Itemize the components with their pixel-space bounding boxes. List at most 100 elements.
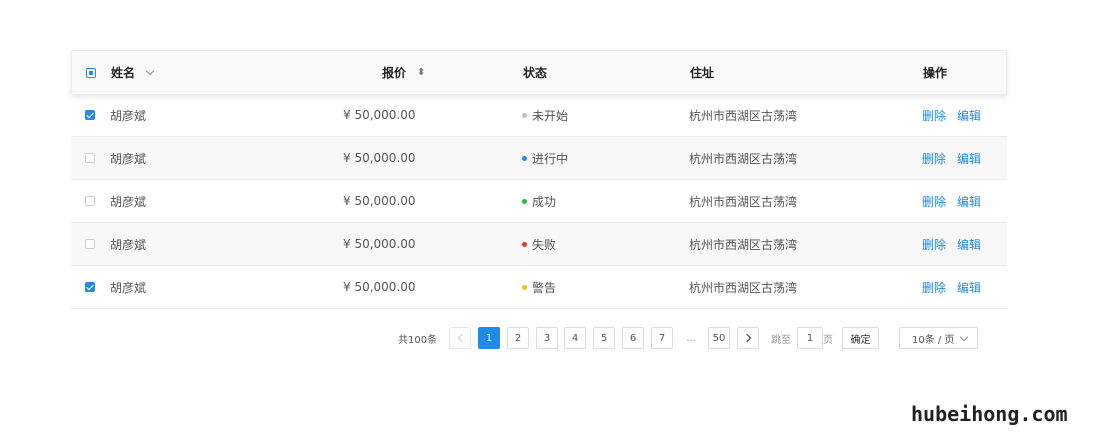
- edit-link[interactable]: 编辑: [957, 279, 981, 296]
- edit-link[interactable]: 编辑: [957, 150, 981, 167]
- select-all-checkbox[interactable]: [86, 67, 96, 78]
- page-button-2[interactable]: 2: [507, 327, 529, 349]
- row-status-label: 警告: [532, 280, 557, 295]
- header-price-label: 报价: [382, 66, 407, 80]
- page-button-6[interactable]: 6: [622, 327, 644, 349]
- row-checkbox[interactable]: [85, 239, 95, 249]
- row-name: 胡彦斌: [110, 151, 147, 166]
- page-button-1[interactable]: 1: [478, 327, 500, 349]
- row-checkbox[interactable]: [85, 282, 95, 292]
- data-table: 姓名 报价 ⬍ 状态 住址 操作 胡彦斌 ¥ 50,000.00 未开始 杭州市…: [71, 50, 1007, 309]
- jump-suffix: 页: [823, 334, 833, 346]
- watermark: hubeihong.com: [911, 402, 1068, 426]
- table-body: 胡彦斌 ¥ 50,000.00 未开始 杭州市西湖区古荡湾 删除 编辑 胡彦斌 …: [71, 94, 1007, 309]
- row-status: 成功: [522, 180, 556, 222]
- table-row[interactable]: 胡彦斌 ¥ 50,000.00 未开始 杭州市西湖区古荡湾 删除 编辑: [71, 94, 1007, 137]
- row-checkbox-cell[interactable]: [85, 180, 95, 222]
- page-button-last[interactable]: 50: [708, 327, 730, 349]
- header-name[interactable]: 姓名: [111, 51, 155, 94]
- status-dot-icon: [522, 284, 527, 290]
- jump-confirm-button[interactable]: 确定: [842, 327, 879, 349]
- row-status-label: 失败: [532, 237, 557, 252]
- delete-link[interactable]: 删除: [922, 150, 946, 167]
- row-address: 杭州市西湖区古荡湾: [689, 237, 798, 252]
- pagination: 共100条 1 2 3 4 5 6 7 ... 50 跳至 1 页 确定 10条…: [0, 327, 1102, 349]
- row-status: 失败: [522, 223, 556, 265]
- table-row[interactable]: 胡彦斌 ¥ 50,000.00 失败 杭州市西湖区古荡湾 删除 编辑: [71, 223, 1007, 266]
- page-size-label: 10条 / 页: [912, 334, 955, 346]
- row-checkbox-cell[interactable]: [85, 223, 95, 265]
- row-price: ¥ 50,000.00: [343, 108, 416, 122]
- row-address: 杭州市西湖区古荡湾: [689, 151, 798, 166]
- delete-link[interactable]: 删除: [922, 279, 946, 296]
- edit-link[interactable]: 编辑: [957, 193, 981, 210]
- row-ops: 删除 编辑: [922, 266, 992, 308]
- row-status: 未开始: [522, 94, 568, 136]
- jump-page-input[interactable]: 1: [797, 327, 823, 349]
- row-status-label: 成功: [532, 194, 557, 209]
- row-status-label: 进行中: [532, 151, 569, 166]
- row-ops: 删除 编辑: [922, 180, 992, 222]
- row-checkbox[interactable]: [85, 196, 95, 206]
- header-ops: 操作: [923, 51, 947, 94]
- row-checkbox-cell[interactable]: [85, 94, 95, 136]
- status-dot-icon: [522, 155, 527, 161]
- page-button-5[interactable]: 5: [593, 327, 615, 349]
- row-address: 杭州市西湖区古荡湾: [689, 280, 798, 295]
- row-name: 胡彦斌: [110, 280, 147, 295]
- row-name: 胡彦斌: [110, 108, 147, 123]
- status-dot-icon: [522, 198, 527, 204]
- row-name: 胡彦斌: [110, 194, 147, 209]
- table-row[interactable]: 胡彦斌 ¥ 50,000.00 成功 杭州市西湖区古荡湾 删除 编辑: [71, 180, 1007, 223]
- chevron-down-icon[interactable]: [145, 66, 155, 75]
- jump-prefix: 跳至: [771, 334, 791, 346]
- status-dot-icon: [522, 241, 527, 247]
- delete-link[interactable]: 删除: [922, 193, 946, 210]
- header-price[interactable]: 报价 ⬍: [382, 51, 425, 94]
- prev-page-button[interactable]: [449, 327, 471, 349]
- row-checkbox-cell[interactable]: [85, 266, 95, 308]
- sort-icon[interactable]: ⬍: [417, 67, 425, 78]
- page-ellipsis[interactable]: ...: [680, 327, 702, 349]
- table-header: 姓名 报价 ⬍ 状态 住址 操作: [71, 50, 1007, 94]
- row-ops: 删除 编辑: [922, 137, 992, 179]
- row-status: 警告: [522, 266, 556, 308]
- edit-link[interactable]: 编辑: [957, 107, 981, 124]
- row-checkbox-cell[interactable]: [85, 137, 95, 179]
- chevron-left-icon: [457, 333, 466, 343]
- select-all-checkbox-cell[interactable]: [86, 51, 96, 94]
- delete-link[interactable]: 删除: [922, 236, 946, 253]
- delete-link[interactable]: 删除: [922, 107, 946, 124]
- row-price: ¥ 50,000.00: [343, 194, 416, 208]
- chevron-right-icon: [742, 333, 751, 343]
- row-ops: 删除 编辑: [922, 223, 992, 265]
- header-ops-label: 操作: [923, 66, 948, 80]
- next-page-button[interactable]: [737, 327, 759, 349]
- header-address-label: 住址: [690, 66, 715, 80]
- row-checkbox[interactable]: [85, 110, 95, 120]
- header-name-label: 姓名: [111, 66, 136, 80]
- page-button-4[interactable]: 4: [564, 327, 586, 349]
- row-price: ¥ 50,000.00: [343, 237, 416, 251]
- chevron-down-icon: [959, 332, 969, 342]
- row-ops: 删除 编辑: [922, 94, 992, 136]
- header-status: 状态: [523, 51, 547, 94]
- row-address: 杭州市西湖区古荡湾: [689, 194, 798, 209]
- status-dot-icon: [522, 112, 527, 118]
- page-button-3[interactable]: 3: [536, 327, 558, 349]
- row-address: 杭州市西湖区古荡湾: [689, 108, 798, 123]
- header-address: 住址: [690, 51, 714, 94]
- page-button-7[interactable]: 7: [651, 327, 673, 349]
- pagination-total: 共100条: [398, 334, 438, 346]
- row-price: ¥ 50,000.00: [343, 280, 416, 294]
- row-price: ¥ 50,000.00: [343, 151, 416, 165]
- table-row[interactable]: 胡彦斌 ¥ 50,000.00 进行中 杭州市西湖区古荡湾 删除 编辑: [71, 137, 1007, 180]
- edit-link[interactable]: 编辑: [957, 236, 981, 253]
- page-size-select[interactable]: 10条 / 页: [899, 327, 978, 349]
- row-status: 进行中: [522, 137, 568, 179]
- table-row[interactable]: 胡彦斌 ¥ 50,000.00 警告 杭州市西湖区古荡湾 删除 编辑: [71, 266, 1007, 309]
- row-name: 胡彦斌: [110, 237, 147, 252]
- row-checkbox[interactable]: [85, 153, 95, 163]
- row-status-label: 未开始: [532, 108, 569, 123]
- header-status-label: 状态: [523, 66, 548, 80]
